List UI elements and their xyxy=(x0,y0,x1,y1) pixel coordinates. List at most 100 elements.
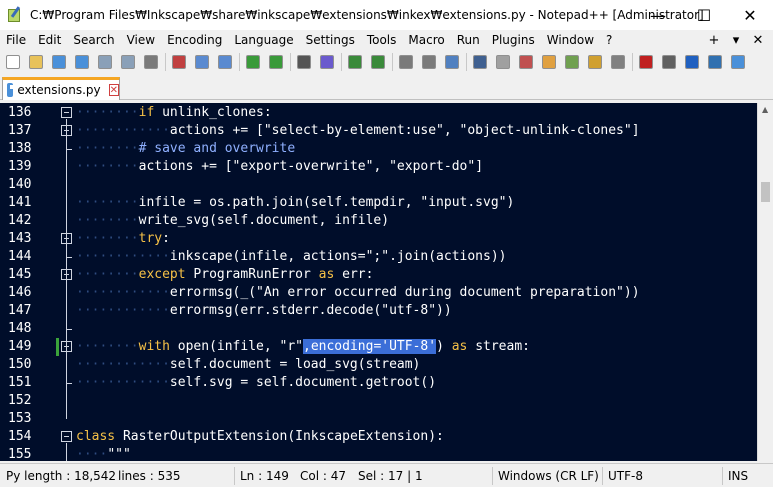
maximize-button[interactable]: ☐ xyxy=(681,0,727,30)
code-editor[interactable]: 136 137 138 139 140 141 142 143 144 145 146 147 148 1… xyxy=(0,103,757,461)
code-line[interactable]: ············errormsg(_("An error occurre… xyxy=(76,284,640,302)
code-line[interactable]: ············self.document = load_svg(str… xyxy=(76,356,420,374)
code-line[interactable]: ········write_svg(self.document, infile) xyxy=(76,212,389,230)
vertical-scrollbar[interactable]: ▲ xyxy=(757,103,773,461)
code-token: if xyxy=(138,105,155,120)
status-divider xyxy=(602,467,603,485)
record-macro-icon[interactable] xyxy=(637,53,655,71)
menu-window[interactable]: Window xyxy=(541,30,600,50)
code-line[interactable]: ············self.svg = self.document.get… xyxy=(76,374,436,392)
sync-vertical-icon[interactable] xyxy=(397,53,415,71)
copy-icon[interactable] xyxy=(193,53,211,71)
toolbar-separator xyxy=(466,53,467,71)
menu-plugins[interactable]: Plugins xyxy=(486,30,541,50)
code-area[interactable]: ········if unlink_clones: ············act… xyxy=(76,103,757,461)
zoom-in-icon[interactable] xyxy=(346,53,364,71)
menu-settings[interactable]: Settings xyxy=(300,30,361,50)
redo-icon[interactable] xyxy=(267,53,285,71)
menu-encoding[interactable]: Encoding xyxy=(161,30,228,50)
tab-extensions-py[interactable]: extensions.py ✕ xyxy=(2,77,120,100)
tab-close-button[interactable]: ✕ xyxy=(108,84,119,96)
menu-macro[interactable]: Macro xyxy=(402,30,450,50)
code-line[interactable]: ········# save and overwrite xyxy=(76,140,295,158)
undo-icon[interactable] xyxy=(244,53,262,71)
run-macro-multiple-icon[interactable] xyxy=(706,53,724,71)
tab-list-button[interactable]: ▾ xyxy=(725,33,747,48)
modified-line-marker xyxy=(56,338,59,356)
menu-help[interactable]: ? xyxy=(600,30,618,50)
code-line[interactable]: ········with open(infile, "r",encoding='… xyxy=(76,338,530,356)
function-list-icon[interactable] xyxy=(563,53,581,71)
menu-file[interactable]: File xyxy=(0,30,32,50)
zoom-out-icon[interactable] xyxy=(369,53,387,71)
monitoring-icon[interactable] xyxy=(609,53,627,71)
show-all-chars-icon[interactable] xyxy=(471,53,489,71)
toolbar-separator xyxy=(239,53,240,71)
fold-end-tick xyxy=(66,383,72,384)
print-icon[interactable] xyxy=(142,53,160,71)
line-number: 152 xyxy=(8,393,32,408)
paste-icon[interactable] xyxy=(216,53,234,71)
code-line[interactable]: ············inkscape(infile, actions=";"… xyxy=(76,248,506,266)
close-all-icon[interactable] xyxy=(119,53,137,71)
code-token: "input.svg" xyxy=(420,195,507,210)
cut-icon[interactable] xyxy=(170,53,188,71)
close-window-button[interactable]: ✕ xyxy=(727,0,773,30)
code-line[interactable]: ········except ProgramRunError as err: xyxy=(76,266,373,284)
scroll-up-arrow-icon[interactable]: ▲ xyxy=(762,105,768,114)
menu-run[interactable]: Run xyxy=(451,30,486,50)
code-line[interactable]: ········infile = os.path.join(self.tempd… xyxy=(76,194,514,212)
code-token: errormsg(_( xyxy=(169,285,257,300)
scrollbar-thumb[interactable] xyxy=(761,182,770,203)
status-eol-format[interactable]: Windows (CR LF) xyxy=(498,464,599,487)
menu-language[interactable]: Language xyxy=(228,30,299,50)
menu-view[interactable]: View xyxy=(121,30,161,50)
stop-macro-icon[interactable] xyxy=(660,53,678,71)
menu-search[interactable]: Search xyxy=(67,30,120,50)
fold-collapse-icon[interactable] xyxy=(61,107,72,118)
code-line[interactable]: ········actions += ["export-overwrite", … xyxy=(76,158,483,176)
replace-icon[interactable] xyxy=(318,53,336,71)
udl-icon[interactable] xyxy=(517,53,535,71)
new-tab-button[interactable]: + xyxy=(703,33,725,48)
sync-horizontal-icon[interactable] xyxy=(420,53,438,71)
whitespace-dots: ········ xyxy=(76,267,139,282)
save-macro-icon[interactable] xyxy=(729,53,747,71)
new-file-icon[interactable] xyxy=(4,53,22,71)
code-line[interactable]: ········if unlink_clones: xyxy=(76,104,272,122)
whitespace-dots: ········ xyxy=(76,159,139,174)
code-line[interactable]: ····""" xyxy=(76,446,131,461)
status-encoding[interactable]: UTF-8 xyxy=(608,464,643,487)
notepad-plus-plus-window: C:₩Program Files₩Inkscape₩share₩inkscape… xyxy=(0,0,773,487)
menu-tools[interactable]: Tools xyxy=(361,30,403,50)
code-line[interactable]: ········try: xyxy=(76,230,170,248)
code-line[interactable]: ············errormsg(err.stderr.decode("… xyxy=(76,302,452,320)
menu-edit[interactable]: Edit xyxy=(32,30,67,50)
indent-guide-icon[interactable] xyxy=(494,53,512,71)
code-token: actions += [ xyxy=(138,159,233,174)
save-all-icon[interactable] xyxy=(73,53,91,71)
find-icon[interactable] xyxy=(295,53,313,71)
status-divider xyxy=(722,467,723,485)
code-line[interactable]: ············actions += ["select-by-eleme… xyxy=(76,122,640,140)
close-document-button[interactable]: ✕ xyxy=(747,33,769,48)
save-icon[interactable] xyxy=(50,53,68,71)
document-map-icon[interactable] xyxy=(540,53,558,71)
status-lines: lines : 535 xyxy=(118,469,181,483)
code-token: as xyxy=(318,267,335,282)
status-insert-mode[interactable]: INS xyxy=(728,464,748,487)
code-token: write_svg(self.document, infile) xyxy=(138,213,390,228)
open-file-icon[interactable] xyxy=(27,53,45,71)
minimize-button[interactable]: — xyxy=(635,0,681,30)
close-icon[interactable] xyxy=(96,53,114,71)
line-number: 148 xyxy=(8,321,32,336)
line-number: 144 xyxy=(8,249,32,264)
tab-bar: extensions.py ✕ xyxy=(0,76,773,100)
code-line[interactable]: class RasterOutputExtension(InkscapeExte… xyxy=(76,428,444,446)
fold-collapse-icon[interactable] xyxy=(61,431,72,442)
folder-workspace-icon[interactable] xyxy=(586,53,604,71)
code-token: actions += [ xyxy=(169,123,264,138)
word-wrap-icon[interactable] xyxy=(443,53,461,71)
play-macro-icon[interactable] xyxy=(683,53,701,71)
code-token: , xyxy=(373,159,390,174)
